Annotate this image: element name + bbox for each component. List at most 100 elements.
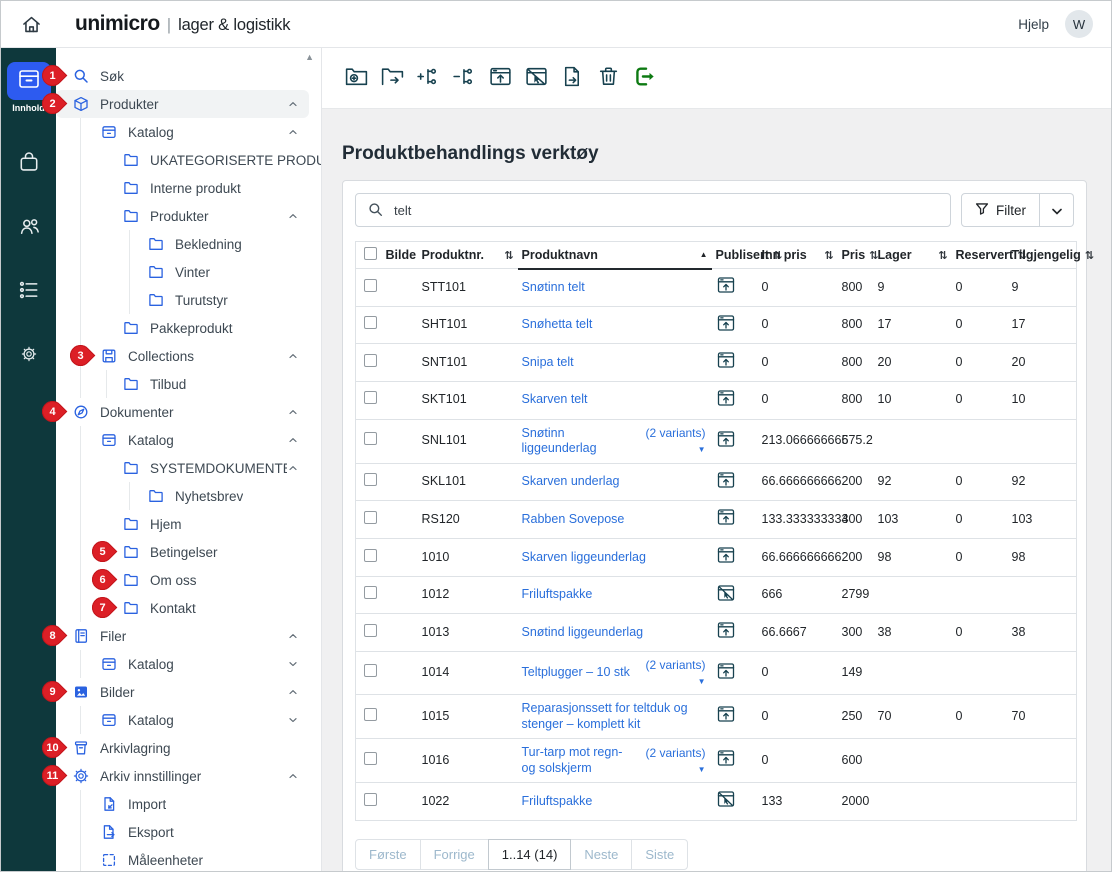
sort-icon[interactable]: ⇅ xyxy=(504,249,513,262)
sidebar-item-katalog[interactable]: Katalog xyxy=(56,426,321,454)
toolbar-file-move-button[interactable] xyxy=(556,62,588,94)
product-link[interactable]: Snipa telt xyxy=(522,355,574,369)
sidebar-item-katalog[interactable]: Katalog xyxy=(56,706,321,734)
sidebar-item-ukategoriserte-produkt[interactable]: UKATEGORISERTE PRODUKT xyxy=(56,146,321,174)
sidebar-item-m-leenheter[interactable]: Måleenheter xyxy=(56,846,321,872)
sidebar-item-produkter[interactable]: Produkter2 xyxy=(56,90,309,118)
sort-icon[interactable]: ⇅ xyxy=(938,249,947,262)
chevron-up-icon[interactable] xyxy=(287,210,299,222)
sidebar-item-produkter[interactable]: Produkter xyxy=(56,202,321,230)
product-link[interactable]: Skarven telt xyxy=(522,392,588,406)
column-pris[interactable]: Pris⇅ xyxy=(838,242,874,269)
chevron-up-icon[interactable] xyxy=(287,770,299,782)
help-link[interactable]: Hjelp xyxy=(1018,17,1049,32)
row-checkbox[interactable] xyxy=(364,793,377,806)
row-checkbox[interactable] xyxy=(364,586,377,599)
toolbar-trash-button[interactable] xyxy=(592,62,624,94)
chevron-up-icon[interactable] xyxy=(287,98,299,110)
product-link[interactable]: Skarven liggeunderlag xyxy=(522,550,646,564)
sidebar-item-kontakt[interactable]: Kontakt7 xyxy=(56,594,321,622)
row-checkbox[interactable] xyxy=(364,354,377,367)
rail-item-list-settings[interactable] xyxy=(18,279,40,301)
sidebar-item-turutstyr[interactable]: Turutstyr xyxy=(56,286,321,314)
toolbar-publish-button[interactable] xyxy=(484,62,516,94)
sidebar-item-arkivlagring[interactable]: Arkivlagring10 xyxy=(56,734,321,762)
sidebar-item-pakkeprodukt[interactable]: Pakkeprodukt xyxy=(56,314,321,342)
row-checkbox[interactable] xyxy=(364,279,377,292)
rail-item-users[interactable] xyxy=(18,215,40,237)
sidebar-item-katalog[interactable]: Katalog xyxy=(56,118,321,146)
sidebar-item-vinter[interactable]: Vinter xyxy=(56,258,321,286)
toolbar-unpublish-button[interactable] xyxy=(520,62,552,94)
row-checkbox[interactable] xyxy=(364,432,377,445)
sidebar-item-dokumenter[interactable]: Dokumenter4 xyxy=(56,398,321,426)
product-search-input[interactable] xyxy=(355,193,951,227)
row-checkbox[interactable] xyxy=(364,511,377,524)
row-checkbox[interactable] xyxy=(364,664,377,677)
variants-cell[interactable]: (2 variants) ▼ xyxy=(640,739,712,783)
toolbar-export-button[interactable] xyxy=(628,62,660,94)
sidebar-item-hjem[interactable]: Hjem xyxy=(56,510,321,538)
product-link[interactable]: Snøhetta telt xyxy=(522,317,593,331)
product-link[interactable]: Tur-tarp mot regn- og solskjerm xyxy=(522,745,623,775)
chevron-up-icon[interactable] xyxy=(287,406,299,418)
toolbar-tree-add-button[interactable] xyxy=(412,62,444,94)
chevron-up-icon[interactable] xyxy=(287,686,299,698)
toolbar-folder-plus-button[interactable] xyxy=(340,62,372,94)
rail-item-gear[interactable] xyxy=(18,343,40,365)
chevron-up-icon[interactable] xyxy=(287,434,299,446)
sidebar-item-katalog[interactable]: Katalog xyxy=(56,650,321,678)
sort-asc-icon[interactable]: ▲ xyxy=(700,250,708,259)
chevron-down-icon[interactable] xyxy=(287,658,299,670)
product-link[interactable]: Friluftspakke xyxy=(522,587,593,601)
row-checkbox[interactable] xyxy=(364,708,377,721)
avatar[interactable]: W xyxy=(1065,10,1093,38)
row-checkbox[interactable] xyxy=(364,752,377,765)
chevron-up-icon[interactable] xyxy=(287,462,299,474)
sort-icon[interactable]: ⇅ xyxy=(824,249,833,262)
sidebar-item-eksport[interactable]: Eksport xyxy=(56,818,321,846)
variants-cell[interactable]: (2 variants) ▼ xyxy=(640,651,712,694)
column-tilgjengelig[interactable]: Tilgjengelig⇅ xyxy=(1008,242,1077,269)
column-produktnr[interactable]: Produktnr.⇅ xyxy=(418,242,518,269)
chevron-up-icon[interactable] xyxy=(287,126,299,138)
sidebar-item-arkiv-innstillinger[interactable]: Arkiv innstillinger11 xyxy=(56,762,321,790)
row-checkbox[interactable] xyxy=(364,549,377,562)
select-all-checkbox[interactable] xyxy=(364,247,377,260)
variants-cell[interactable]: (2 variants) ▼ xyxy=(640,419,712,463)
sidebar-item-filer[interactable]: Filer8 xyxy=(56,622,321,650)
sidebar-item-collections[interactable]: Collections3 xyxy=(56,342,321,370)
row-checkbox[interactable] xyxy=(364,473,377,486)
sidebar-item-bilder[interactable]: Bilder9 xyxy=(56,678,321,706)
chevron-up-icon[interactable] xyxy=(287,350,299,362)
sidebar-scroll-up-icon[interactable]: ▲ xyxy=(305,52,314,62)
column-lager[interactable]: Lager⇅ xyxy=(874,242,952,269)
sidebar-item-s-k[interactable]: Søk1 xyxy=(56,62,321,90)
product-link[interactable]: Snøtinn liggeunderlag xyxy=(522,426,597,456)
select-all-header[interactable] xyxy=(356,242,382,269)
filter-dropdown-button[interactable] xyxy=(1040,193,1074,227)
sidebar-item-interne-produkt[interactable]: Interne produkt xyxy=(56,174,321,202)
home-icon[interactable] xyxy=(19,12,43,36)
row-checkbox[interactable] xyxy=(364,624,377,637)
pagination-1-14-14-button[interactable]: 1..14 (14) xyxy=(488,839,572,870)
row-checkbox[interactable] xyxy=(364,316,377,329)
sidebar-item-om-oss[interactable]: Om oss6 xyxy=(56,566,321,594)
sidebar-item-betingelser[interactable]: Betingelser5 xyxy=(56,538,321,566)
row-checkbox[interactable] xyxy=(364,391,377,404)
toolbar-tree-remove-button[interactable] xyxy=(448,62,480,94)
sidebar-item-systemdokumenter[interactable]: SYSTEMDOKUMENTER xyxy=(56,454,321,482)
product-link[interactable]: Reparasjonssett for teltduk og stenger –… xyxy=(522,701,688,731)
product-link[interactable]: Snøtind liggeunderlag xyxy=(522,625,644,639)
product-link[interactable]: Snøtinn telt xyxy=(522,280,585,294)
sidebar-item-nyhetsbrev[interactable]: Nyhetsbrev xyxy=(56,482,321,510)
product-link[interactable]: Rabben Sovepose xyxy=(522,512,625,526)
toolbar-folder-move-button[interactable] xyxy=(376,62,408,94)
sidebar-item-bekledning[interactable]: Bekledning xyxy=(56,230,321,258)
product-link[interactable]: Teltplugger – 10 stk xyxy=(522,665,630,679)
column-reservert[interactable]: Reservert⇅ xyxy=(952,242,1008,269)
column-inn-pris[interactable]: Inn pris⇅ xyxy=(758,242,838,269)
sidebar-item-import[interactable]: Import xyxy=(56,790,321,818)
sort-icon[interactable]: ⇅ xyxy=(1085,249,1094,262)
filter-button[interactable]: Filter xyxy=(961,193,1040,227)
